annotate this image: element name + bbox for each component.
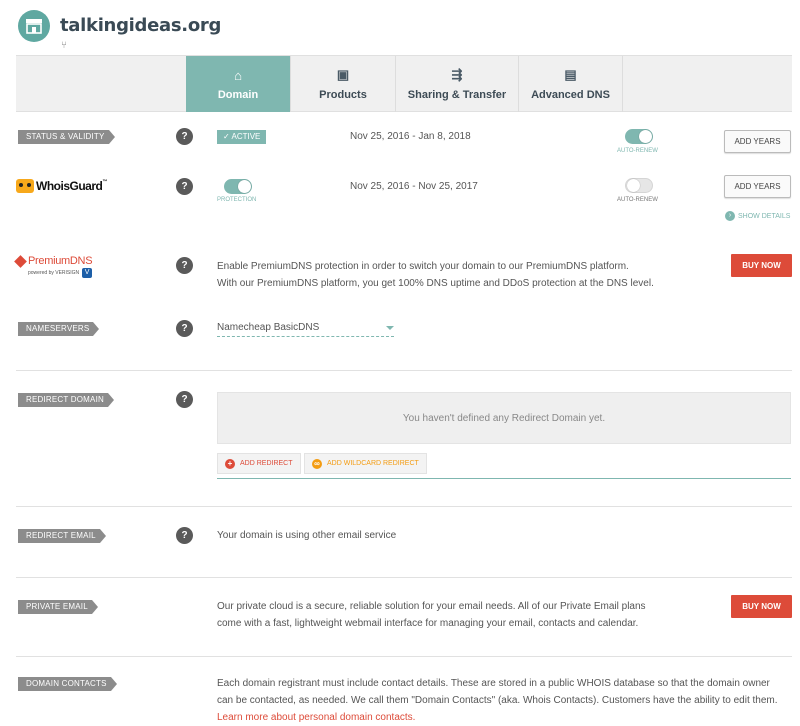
domain-tab-bar: ⌂ Domain ▣ Products ⇶ Sharing & Transfer… — [16, 55, 792, 112]
auto-renew-label: AUTO-RENEW — [617, 197, 658, 203]
premiumdns-buy-now-button[interactable]: BUY NOW — [731, 254, 792, 277]
tab-label: Advanced DNS — [531, 89, 610, 101]
help-icon[interactable]: ? — [176, 391, 193, 408]
whoisguard-add-years-button[interactable]: ADD YEARS — [724, 175, 791, 198]
status-dates: Nov 25, 2016 - Jan 8, 2018 — [350, 131, 471, 142]
box-icon: ▣ — [336, 67, 350, 82]
tab-label: Products — [319, 89, 367, 101]
redirect-actions: + ADD REDIRECT ∞ ADD WILDCARD REDIRECT — [217, 452, 791, 479]
tab-domain[interactable]: ⌂ Domain — [186, 56, 290, 112]
show-details-link[interactable]: › SHOW DETAILS — [725, 211, 790, 221]
premiumdns-logo: PremiumDNS powered by VERISIGN V — [14, 254, 93, 278]
help-icon[interactable]: ? — [176, 178, 193, 195]
whoisguard-dates: Nov 25, 2016 - Nov 25, 2017 — [350, 181, 478, 192]
help-icon[interactable]: ? — [176, 257, 193, 274]
tab-label: Domain — [217, 88, 259, 101]
add-wildcard-redirect-button[interactable]: ∞ ADD WILDCARD REDIRECT — [304, 453, 427, 474]
plus-icon: + — [225, 458, 235, 469]
redirect-empty-state: You haven't defined any Redirect Domain … — [217, 392, 791, 444]
fork-icon[interactable]: ⑂ — [61, 40, 67, 51]
tab-products[interactable]: ▣ Products — [290, 56, 395, 112]
nameservers-select[interactable]: Namecheap BasicDNS — [217, 322, 394, 337]
add-years-button[interactable]: ADD YEARS — [724, 130, 791, 153]
redirect-email-label: REDIRECT EMAIL — [18, 529, 106, 543]
divider — [16, 506, 792, 507]
whoisguard-protection-toggle[interactable] — [224, 179, 252, 194]
expand-icon: › — [725, 211, 735, 221]
tab-advanced-dns[interactable]: ▤ Advanced DNS — [518, 56, 623, 112]
wildcard-icon: ∞ — [312, 458, 322, 469]
transfer-truck-icon: ⇶ — [451, 67, 463, 82]
help-icon[interactable]: ? — [176, 128, 193, 145]
divider — [16, 656, 792, 657]
domain-contacts-label: DOMAIN CONTACTS — [18, 677, 117, 691]
home-icon: ⌂ — [234, 67, 242, 83]
status-badge: ✓ ACTIVE — [217, 130, 267, 144]
server-icon: ▤ — [564, 67, 577, 82]
domain-title: talkingideas.org — [60, 15, 222, 36]
add-redirect-button[interactable]: + ADD REDIRECT — [217, 453, 301, 474]
nameservers-label: NAMESERVERS — [18, 322, 100, 336]
whoisguard-logo: WhoisGuard™ — [16, 179, 107, 193]
tab-label: Sharing & Transfer — [407, 89, 507, 101]
auto-renew-toggle[interactable] — [625, 129, 653, 144]
tab-sharing-transfer[interactable]: ⇶ Sharing & Transfer — [395, 56, 518, 112]
premiumdns-description: Enable PremiumDNS protection in order to… — [217, 261, 654, 289]
divider — [16, 370, 792, 371]
private-email-buy-now-button[interactable]: BUY NOW — [731, 595, 792, 618]
redirect-domain-label: REDIRECT DOMAIN — [18, 393, 114, 407]
domain-contacts-description: Each domain registrant must include cont… — [217, 675, 778, 726]
status-validity-label: STATUS & VALIDITY — [18, 130, 115, 144]
help-icon[interactable]: ? — [176, 527, 193, 544]
divider — [16, 577, 792, 578]
whoisguard-auto-renew-toggle[interactable] — [625, 178, 653, 193]
store-icon — [18, 10, 50, 42]
chevron-down-icon — [386, 326, 394, 330]
learn-more-link[interactable]: Learn more about personal domain contact… — [217, 709, 778, 726]
auto-renew-label: AUTO-RENEW — [617, 148, 658, 154]
redirect-email-text: Your domain is using other email service — [217, 530, 397, 541]
help-icon[interactable]: ? — [176, 320, 193, 337]
protection-label: PROTECTION — [217, 197, 257, 203]
private-email-label: PRIVATE EMAIL — [18, 600, 98, 614]
private-email-description: Our private cloud is a secure, reliable … — [217, 601, 646, 629]
